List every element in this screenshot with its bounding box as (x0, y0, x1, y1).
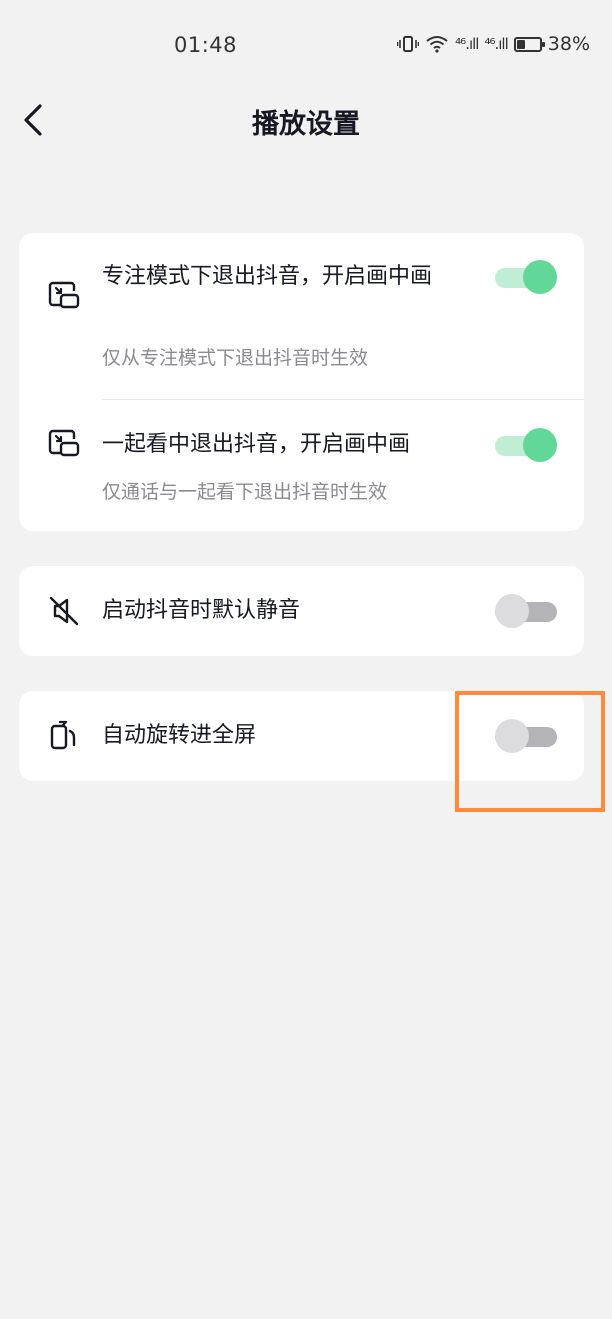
toggle-knob (495, 594, 529, 628)
setting-row-focus-mode-pip: 专注模式下退出抖音，开启画中画 仅从专注模式下退出抖音时生效 (19, 233, 584, 398)
setting-row-mute-on-launch: 启动抖音时默认静音 (19, 566, 584, 656)
mute-settings-card: 启动抖音时默认静音 (19, 566, 584, 656)
watch-together-pip-toggle[interactable] (495, 428, 557, 462)
setting-subtitle: 仅通话与一起看下退出抖音时生效 (102, 481, 388, 503)
toggle-knob (523, 260, 557, 294)
vibrate-icon (397, 36, 420, 52)
cellular-signal-1-icon: ⁴⁶.ıll (455, 35, 479, 53)
setting-title: 一起看中退出抖音，开启画中画 (102, 432, 411, 457)
toggle-knob (523, 428, 557, 462)
setting-subtitle: 仅从专注模式下退出抖音时生效 (102, 347, 369, 369)
status-bar: 01:48 ⁴⁶.ıll ⁴⁶.ıll 38% (0, 0, 612, 90)
setting-row-watch-together-pip: 一起看中退出抖音，开启画中画 仅通话与一起看下退出抖音时生效 (19, 400, 584, 530)
setting-title: 自动旋转进全屏 (102, 723, 257, 748)
pip-icon (48, 281, 80, 309)
status-time: 01:48 (174, 33, 238, 57)
setting-title: 启动抖音时默认静音 (102, 598, 301, 623)
status-icons: ⁴⁶.ıll ⁴⁶.ıll 38% (397, 33, 590, 55)
page-title: 播放设置 (252, 109, 360, 140)
screen-rotate-icon (50, 720, 76, 750)
wifi-icon (426, 36, 448, 53)
nav-bar: 播放设置 (0, 90, 612, 150)
speaker-muted-icon (49, 596, 79, 626)
focus-mode-pip-toggle[interactable] (495, 260, 557, 294)
mute-on-launch-toggle[interactable] (495, 594, 557, 628)
cellular-signal-2-icon: ⁴⁶.ıll (484, 35, 508, 53)
highlight-box (455, 691, 605, 812)
battery-fill (516, 39, 525, 49)
pip-settings-card: 专注模式下退出抖音，开启画中画 仅从专注模式下退出抖音时生效 一起看中退出抖音，… (19, 233, 584, 531)
setting-title: 专注模式下退出抖音，开启画中画 (102, 264, 433, 289)
pip-icon (48, 429, 80, 457)
battery-percent: 38% (547, 33, 590, 55)
battery-icon (513, 36, 545, 52)
